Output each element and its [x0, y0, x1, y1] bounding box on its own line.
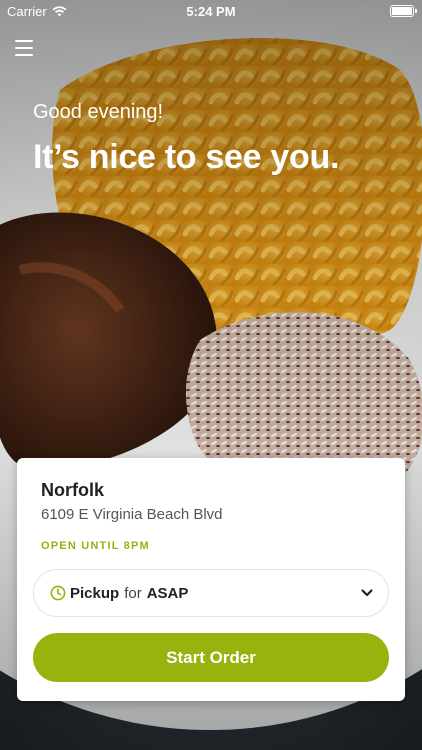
headline-text: It’s nice to see you.: [33, 138, 340, 176]
battery-icon: [390, 5, 417, 17]
order-mode-selector[interactable]: Pickup for ASAP: [33, 569, 389, 617]
order-mode-connector: for: [124, 584, 142, 602]
start-order-button[interactable]: Start Order: [33, 633, 389, 682]
chevron-down-icon: [361, 589, 373, 597]
status-bar: Carrier 5:24 PM: [0, 0, 422, 22]
location-address: 6109 E Virginia Beach Blvd: [41, 506, 223, 523]
location-hours: OPEN UNTIL 8PM: [41, 540, 150, 552]
location-card: Norfolk 6109 E Virginia Beach Blvd OPEN …: [17, 458, 405, 701]
order-time-label: ASAP: [146, 584, 189, 602]
hamburger-menu-icon[interactable]: [15, 40, 35, 56]
clock-icon: [50, 585, 66, 601]
location-name: Norfolk: [41, 480, 104, 500]
status-time: 5:24 PM: [186, 4, 236, 19]
order-mode-label: Pickup: [70, 584, 120, 602]
greeting-text: Good evening!: [33, 101, 164, 123]
